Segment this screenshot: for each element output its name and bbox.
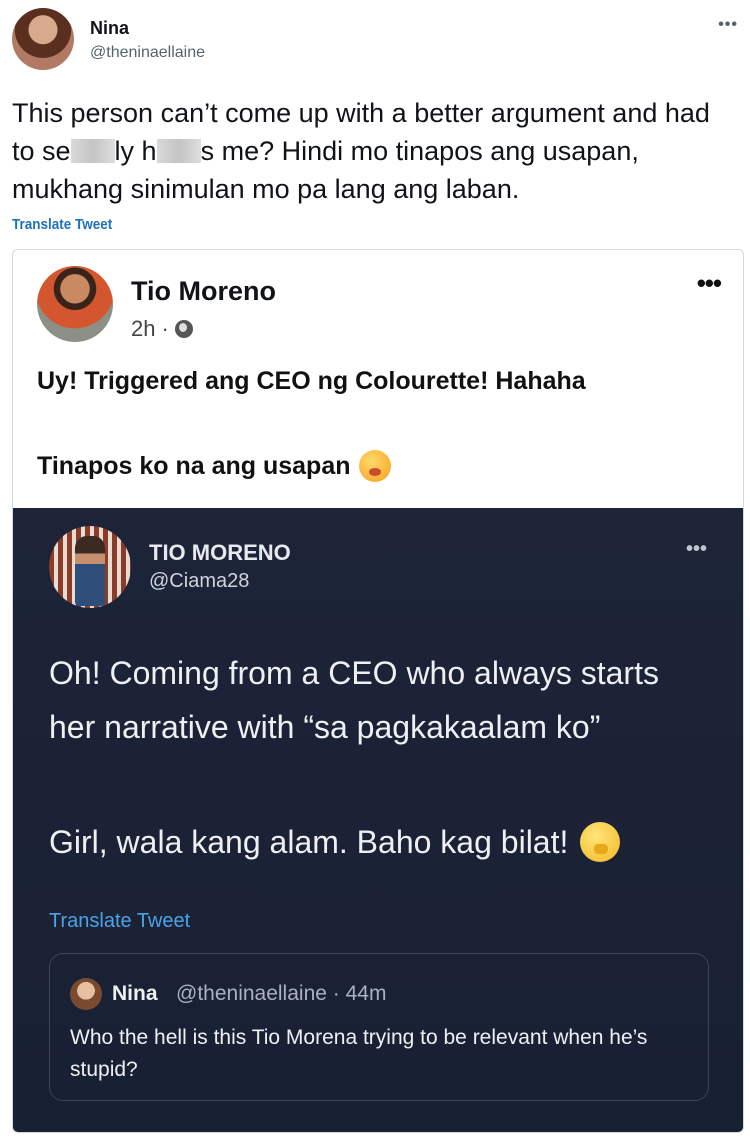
shushing-face-icon	[580, 822, 621, 862]
avatar[interactable]	[12, 8, 74, 70]
avatar	[70, 978, 102, 1010]
post-time[interactable]: 2h	[131, 316, 155, 342]
post-text: Tinapos ko na ang usapan	[37, 451, 351, 480]
translate-tweet-link[interactable]: Translate Tweet	[12, 216, 112, 233]
tweet-text-part: ly h	[114, 136, 157, 166]
facebook-post-screenshot: Tio Moreno 2h · ••• Uy! Triggered ang CE…	[12, 249, 744, 1133]
quoted-author-name: Nina	[112, 982, 158, 1005]
avatar[interactable]	[49, 526, 131, 608]
embedded-author-handle[interactable]: @Ciama28	[149, 570, 249, 593]
translate-tweet-link[interactable]: Translate Tweet	[49, 910, 190, 933]
censor-blur	[70, 139, 115, 163]
tweet-header: Nina @theninaellaine •••	[12, 8, 738, 78]
quoted-tweet[interactable]: Nina @theninaellaine · 44m Who the hell …	[49, 953, 709, 1101]
quoted-tweet-text: Who the hell is this Tio Morena trying t…	[70, 1026, 648, 1081]
post-text-line: Uy! Triggered ang CEO ng Colourette! Hah…	[37, 367, 586, 395]
embedded-tweet-text: Girl, wala kang alam. Baho kag bilat!	[49, 823, 569, 860]
post-text-line: Tinapos ko na ang usapan	[37, 450, 391, 482]
author-name[interactable]: Nina	[90, 18, 129, 39]
avatar[interactable]	[37, 266, 113, 342]
embedded-tweet-text: Oh! Coming from a CEO who always starts …	[49, 655, 659, 745]
post-meta: 2h ·	[131, 316, 193, 342]
separator: ·	[161, 316, 169, 341]
embedded-author-name[interactable]: TIO MORENO	[149, 540, 291, 566]
globe-icon	[174, 320, 193, 338]
embedded-tweet-text-line: Girl, wala kang alam. Baho kag bilat!	[49, 822, 621, 862]
post-author-name[interactable]: Tio Moreno	[131, 276, 276, 307]
face-with-hand-over-mouth-icon	[358, 450, 391, 482]
censor-blur	[156, 139, 201, 163]
more-horizontal-icon[interactable]: •••	[697, 268, 722, 299]
more-horizontal-icon[interactable]: •••	[718, 16, 738, 34]
embedded-tweet-screenshot: TIO MORENO @Ciama28 ••• Oh! Coming from …	[13, 508, 743, 1132]
more-horizontal-icon[interactable]: •••	[686, 538, 707, 561]
quoted-author-handle-time: @theninaellaine · 44m	[176, 982, 387, 1005]
tweet-text: This person can’t come up with a better …	[12, 94, 732, 208]
author-handle[interactable]: @theninaellaine	[90, 44, 205, 62]
